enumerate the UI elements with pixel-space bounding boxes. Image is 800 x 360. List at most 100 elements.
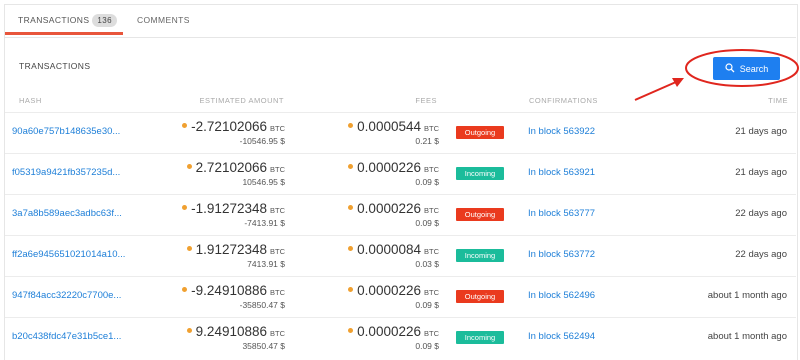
block-link[interactable]: In block 563777 (528, 208, 595, 219)
amount-unit: BTC (270, 288, 285, 297)
status-dot-icon (348, 122, 354, 128)
status-dot-icon (186, 163, 192, 169)
estimated-amount: 1.91272348 BTC 7413.91 $ (186, 242, 285, 269)
direction-badge: Outgoing (456, 126, 504, 139)
amount-usd: -35850.47 $ (239, 300, 285, 310)
tab-comments[interactable]: COMMENTS (137, 5, 190, 35)
amount-value: 1.91272348 (195, 242, 267, 257)
block-link[interactable]: In block 562494 (528, 331, 595, 342)
table-row: b20c438fdc47e31b5ce1... 9.24910886 BTC 35… (5, 317, 796, 358)
block-link[interactable]: In block 563921 (528, 167, 595, 178)
fee-amount: 0.0000226 BTC 0.09 $ (348, 160, 439, 187)
amount-value: -1.91272348 (191, 201, 267, 216)
tx-hash-link[interactable]: 947f84acc32220c7700e... (12, 290, 132, 301)
estimated-amount: -1.91272348 BTC -7413.91 $ (182, 201, 285, 228)
fee-value: 0.0000226 (357, 201, 421, 216)
direction-badge: Outgoing (456, 290, 504, 303)
fee-amount: 0.0000226 BTC 0.09 $ (348, 324, 439, 351)
fee-usd: 0.03 $ (415, 259, 439, 269)
amount-value: 9.24910886 (195, 324, 267, 339)
direction-badge: Incoming (456, 167, 504, 180)
fee-unit: BTC (424, 165, 439, 174)
amount-unit: BTC (270, 329, 285, 338)
fee-unit: BTC (424, 329, 439, 338)
table-row: ff2a6e945651021014a10... 1.91272348 BTC 7… (5, 235, 796, 276)
tx-hash-link[interactable]: 3a7a8b589aec3adbc63f... (12, 208, 132, 219)
fee-value: 0.0000226 (357, 283, 421, 298)
table-row: 90a60e757b148635e30... -2.72102066 BTC -1… (5, 112, 796, 153)
header-hash: HASH (19, 96, 42, 105)
fee-usd: 0.09 $ (415, 300, 439, 310)
transactions-count-badge: 136 (92, 14, 117, 27)
amount-usd: -10546.95 $ (239, 136, 285, 146)
amount-unit: BTC (270, 247, 285, 256)
fee-amount: 0.0000084 BTC 0.03 $ (348, 242, 439, 269)
tx-time: 21 days ago (735, 167, 787, 178)
block-link[interactable]: In block 563922 (528, 126, 595, 137)
amount-unit: BTC (270, 165, 285, 174)
tx-time: 22 days ago (735, 208, 787, 219)
status-dot-icon (348, 163, 354, 169)
fee-usd: 0.09 $ (415, 218, 439, 228)
tx-time: 21 days ago (735, 126, 787, 137)
table-row: f05319a9421fb357235d... 2.72102066 BTC 10… (5, 153, 796, 194)
header-fees: FEES (415, 96, 437, 105)
fee-unit: BTC (424, 124, 439, 133)
amount-unit: BTC (270, 206, 285, 215)
status-dot-icon (182, 122, 188, 128)
tx-hash-link[interactable]: 90a60e757b148635e30... (12, 126, 132, 137)
tx-time: about 1 month ago (707, 331, 787, 342)
status-dot-icon (348, 286, 354, 292)
tx-hash-link[interactable]: f05319a9421fb357235d... (12, 167, 132, 178)
fee-value: 0.0000544 (357, 119, 421, 134)
direction-badge: Incoming (456, 249, 504, 262)
amount-value: -2.72102066 (191, 119, 267, 134)
tx-time: 22 days ago (735, 249, 787, 260)
fee-value: 0.0000226 (357, 324, 421, 339)
header-confirmations: CONFIRMATIONS (529, 96, 598, 105)
tx-hash-link[interactable]: ff2a6e945651021014a10... (12, 249, 132, 260)
fee-usd: 0.09 $ (415, 341, 439, 351)
tab-transactions[interactable]: TRANSACTIONS 136 (5, 5, 123, 35)
fee-amount: 0.0000226 BTC 0.09 $ (348, 283, 439, 310)
direction-badge: Outgoing (456, 208, 504, 221)
tab-transactions-label: TRANSACTIONS (18, 15, 90, 25)
status-dot-icon (348, 204, 354, 210)
header-amount: ESTIMATED AMOUNT (199, 96, 284, 105)
fee-amount: 0.0000226 BTC 0.09 $ (348, 201, 439, 228)
block-link[interactable]: In block 563772 (528, 249, 595, 260)
fee-unit: BTC (424, 206, 439, 215)
amount-usd: -7413.91 $ (244, 218, 285, 228)
status-dot-icon (348, 327, 354, 333)
fee-value: 0.0000084 (357, 242, 421, 257)
status-dot-icon (182, 204, 188, 210)
fee-amount: 0.0000544 BTC 0.21 $ (348, 119, 439, 146)
fee-unit: BTC (424, 288, 439, 297)
fee-value: 0.0000226 (357, 160, 421, 175)
status-dot-icon (186, 327, 192, 333)
estimated-amount: 2.72102066 BTC 10546.95 $ (186, 160, 285, 187)
amount-usd: 10546.95 $ (242, 177, 285, 187)
amount-value: 2.72102066 (195, 160, 267, 175)
section-title: TRANSACTIONS (19, 61, 91, 71)
tx-hash-link[interactable]: b20c438fdc47e31b5ce1... (12, 331, 132, 342)
search-icon (725, 62, 735, 75)
estimated-amount: -9.24910886 BTC -35850.47 $ (182, 283, 285, 310)
status-dot-icon (186, 245, 192, 251)
status-dot-icon (348, 245, 354, 251)
direction-badge: Incoming (456, 331, 504, 344)
fee-usd: 0.09 $ (415, 177, 439, 187)
search-button[interactable]: Search (713, 57, 780, 80)
block-link[interactable]: In block 562496 (528, 290, 595, 301)
amount-usd: 7413.91 $ (247, 259, 285, 269)
tx-time: about 1 month ago (707, 290, 787, 301)
amount-unit: BTC (270, 124, 285, 133)
status-dot-icon (182, 286, 188, 292)
table-row: 3a7a8b589aec3adbc63f... -1.91272348 BTC -… (5, 194, 796, 235)
amount-usd: 35850.47 $ (242, 341, 285, 351)
estimated-amount: -2.72102066 BTC -10546.95 $ (182, 119, 285, 146)
table-row: 947f84acc32220c7700e... -9.24910886 BTC -… (5, 276, 796, 317)
header-time: TIME (768, 96, 788, 105)
fee-usd: 0.21 $ (415, 136, 439, 146)
estimated-amount: 9.24910886 BTC 35850.47 $ (186, 324, 285, 351)
